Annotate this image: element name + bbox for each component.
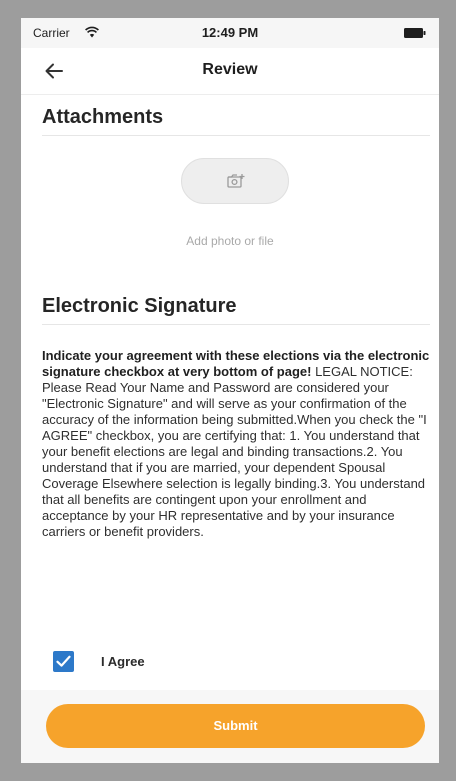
- add-photo-label: Add photo or file: [186, 234, 274, 248]
- status-bar: Carrier 12:49 PM: [21, 18, 439, 48]
- page-title: Review: [202, 61, 258, 78]
- phone-screen: Carrier 12:49 PM Review Attachments Add …: [21, 18, 439, 763]
- divider: [42, 135, 430, 136]
- battery-icon: [404, 28, 426, 38]
- navigation-bar: Review: [21, 48, 439, 95]
- attachments-heading: Attachments: [42, 106, 164, 128]
- submit-button[interactable]: Submit: [46, 704, 425, 748]
- electronic-signature-heading: Electronic Signature: [42, 295, 237, 317]
- legal-notice-text: LEGAL NOTICE: Please Read Your Name and …: [42, 364, 427, 539]
- agree-checkbox[interactable]: [53, 651, 74, 672]
- add-photo-icon: [227, 174, 245, 188]
- divider: [42, 324, 430, 325]
- status-time: 12:49 PM: [201, 25, 259, 40]
- checkmark-icon: [56, 655, 71, 667]
- add-attachment-button[interactable]: [181, 158, 289, 204]
- agree-label: I Agree: [101, 654, 145, 669]
- footer-bar: Submit: [21, 690, 439, 763]
- legal-notice: Indicate your agreement with these elect…: [42, 348, 432, 540]
